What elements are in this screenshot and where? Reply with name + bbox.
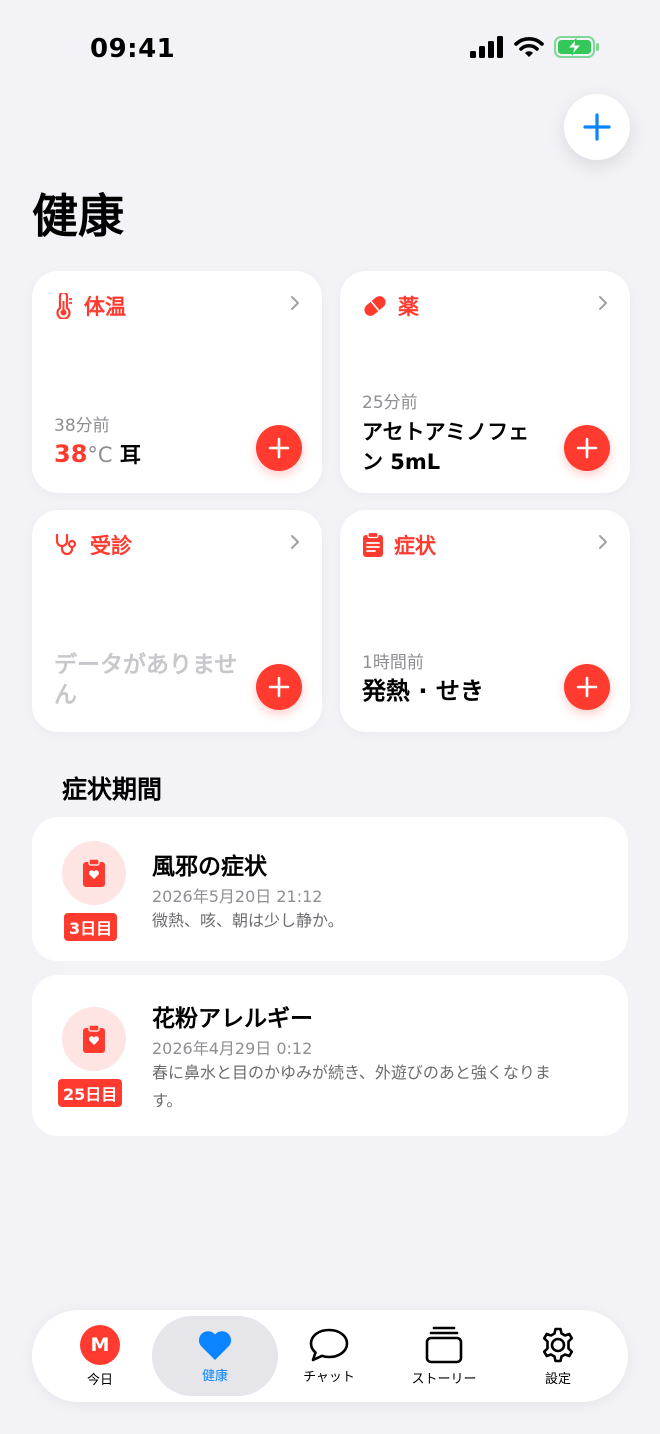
stack-icon xyxy=(425,1326,463,1363)
tab-label: ストーリー xyxy=(411,1371,477,1387)
period-item[interactable]: 25日目 花粉アレルギー 2026年4月29日 0:12 春に鼻水と目のかゆみが… xyxy=(32,975,628,1136)
plus-icon xyxy=(268,437,290,459)
temperature-unit: °C xyxy=(87,443,113,467)
chevron-right-icon xyxy=(291,296,299,310)
card-value: アセトアミノフェン 5mL xyxy=(362,420,530,474)
battery-charging-icon xyxy=(554,36,599,58)
tab-label: チャット xyxy=(303,1369,355,1385)
plus-icon xyxy=(576,437,598,459)
period-title: 風邪の症状 xyxy=(152,854,267,880)
status-icons xyxy=(470,36,600,58)
page-title: 健康 xyxy=(32,189,124,243)
card-title: 薬 xyxy=(398,295,419,319)
clipboard-icon xyxy=(363,532,383,557)
cellular-signal-icon xyxy=(470,36,503,58)
period-date: 2026年5月20日 21:12 xyxy=(152,887,323,906)
chat-bubble-icon xyxy=(309,1328,349,1361)
day-count-badge: 25日目 xyxy=(58,1079,123,1107)
tab-health[interactable]: 健康 xyxy=(152,1316,278,1396)
temperature-card[interactable]: 体温 38分前 38°C 耳 xyxy=(32,271,322,493)
thermometer-icon xyxy=(56,293,72,319)
clipboard-heart-icon xyxy=(83,1024,105,1053)
card-title: 受診 xyxy=(90,534,132,558)
tab-label: 設定 xyxy=(544,1371,571,1387)
card-title: 体温 xyxy=(84,295,126,319)
period-icon xyxy=(62,841,126,905)
pill-icon xyxy=(364,296,386,316)
tab-chat[interactable]: チャット xyxy=(266,1316,392,1396)
status-time: 09:41 xyxy=(90,34,176,64)
card-timestamp: 38分前 xyxy=(54,416,110,436)
tab-label: 今日 xyxy=(86,1372,113,1388)
chevron-right-icon xyxy=(599,296,607,310)
tab-settings[interactable]: 設定 xyxy=(495,1316,621,1396)
stethoscope-icon xyxy=(55,533,77,556)
card-timestamp: 1時間前 xyxy=(362,653,424,673)
tab-today[interactable]: M 今日 xyxy=(37,1316,163,1396)
empty-state-text: データがありません xyxy=(54,652,238,708)
chevron-right-icon xyxy=(291,535,299,549)
card-title: 症状 xyxy=(394,534,436,558)
card-value: 発熱 · せき xyxy=(362,677,484,705)
add-visit-button[interactable] xyxy=(256,664,302,710)
temperature-site: 耳 xyxy=(119,443,141,467)
clipboard-heart-icon xyxy=(83,858,105,887)
period-icon xyxy=(62,1007,126,1071)
add-button[interactable] xyxy=(564,94,630,160)
period-note: 春に鼻水と目のかゆみが続き、外遊びのあと強くなります。 xyxy=(152,1063,551,1110)
card-timestamp: 25分前 xyxy=(362,393,418,413)
plus-icon xyxy=(268,676,290,698)
period-item[interactable]: 3日目 風邪の症状 2026年5月20日 21:12 微熱、咳、朝は少し静か。 xyxy=(32,817,628,961)
gear-icon xyxy=(542,1327,574,1362)
tab-label: 健康 xyxy=(201,1368,228,1384)
heart-icon xyxy=(198,1330,232,1360)
plus-icon xyxy=(576,676,598,698)
period-date: 2026年4月29日 0:12 xyxy=(152,1039,313,1058)
section-title: 症状期間 xyxy=(62,775,163,804)
add-symptom-button[interactable] xyxy=(564,664,610,710)
chevron-right-icon xyxy=(599,535,607,549)
status-bar: 09:41 xyxy=(0,0,660,100)
plus-icon xyxy=(583,113,611,141)
add-temperature-button[interactable] xyxy=(256,425,302,471)
avatar: M xyxy=(80,1324,120,1365)
tab-bar: M 今日 健康 チャット ストーリー 設定 xyxy=(32,1310,628,1402)
tab-story[interactable]: ストーリー xyxy=(381,1316,507,1396)
visit-card[interactable]: 受診 データがありません xyxy=(32,510,322,732)
medicine-card[interactable]: 薬 25分前 アセトアミノフェン 5mL xyxy=(340,271,630,493)
wifi-icon xyxy=(514,37,544,57)
add-medicine-button[interactable] xyxy=(564,425,610,471)
day-count-badge: 3日目 xyxy=(64,913,118,941)
period-title: 花粉アレルギー xyxy=(152,1006,313,1032)
temperature-value: 38 xyxy=(54,440,88,468)
symptoms-card[interactable]: 症状 1時間前 発熱 · せき xyxy=(340,510,630,732)
period-note: 微熱、咳、朝は少し静か。 xyxy=(152,911,344,930)
card-value: 38°C 耳 xyxy=(54,439,141,470)
